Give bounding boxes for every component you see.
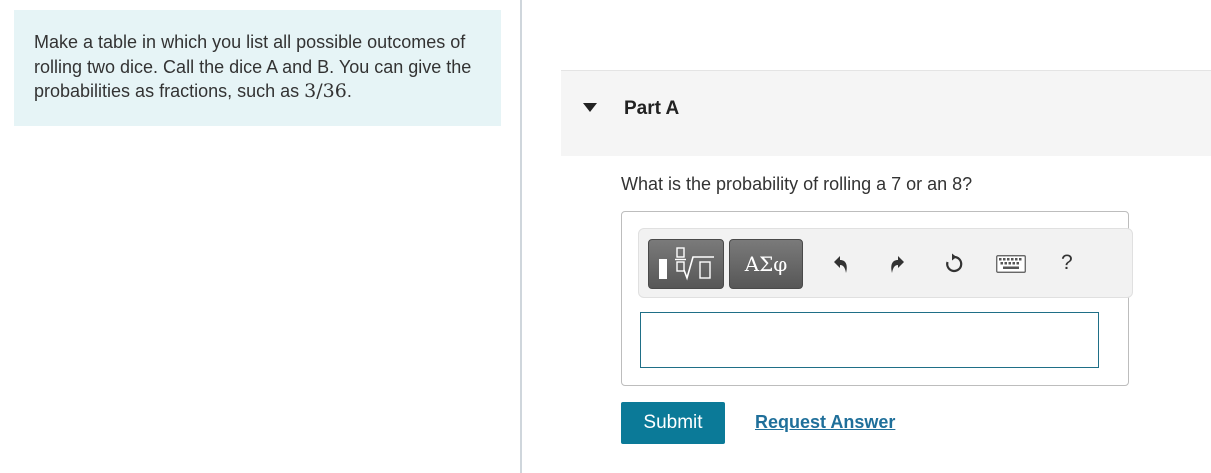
answer-input[interactable] <box>640 312 1099 368</box>
problem-intro: Make a table in which you list all possi… <box>14 10 501 126</box>
help-button[interactable]: ? <box>1061 251 1073 275</box>
redo-icon[interactable] <box>887 253 909 275</box>
undo-icon[interactable] <box>829 253 851 275</box>
intro-text: Make a table in which you list all possi… <box>34 32 472 101</box>
templates-sqrt-icon <box>659 247 714 281</box>
collapse-caret-icon[interactable] <box>583 103 597 112</box>
answer-area: ΑΣφ ? <box>621 211 1133 386</box>
math-toolbar: ΑΣφ ? <box>638 228 1133 298</box>
question-text: What is the probability of rolling a 7 o… <box>621 174 973 194</box>
part-header[interactable]: Part A <box>561 70 1211 156</box>
greek-symbols-button[interactable]: ΑΣφ <box>729 239 803 289</box>
vertical-divider <box>520 0 522 473</box>
request-answer-link[interactable]: Request Answer <box>755 412 895 433</box>
templates-button[interactable] <box>648 239 724 289</box>
submit-button[interactable]: Submit <box>621 402 725 444</box>
part-title: Part A <box>624 98 680 119</box>
keyboard-icon[interactable] <box>996 255 1026 273</box>
intro-math: 3/36 <box>304 80 347 102</box>
reset-icon[interactable] <box>943 253 965 275</box>
intro-suffix: . <box>346 81 352 101</box>
